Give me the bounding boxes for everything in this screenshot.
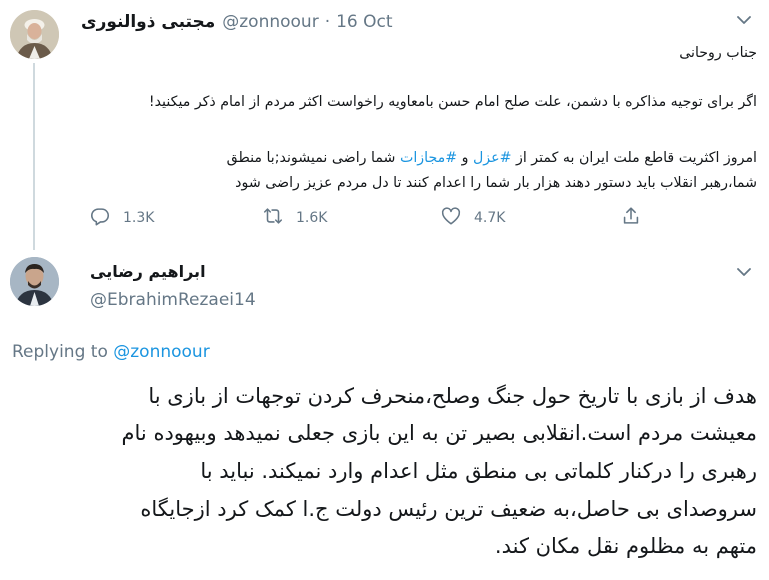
reply-text-line: معیشت مردم است.انقلابی بصیر تن به این با… [121, 421, 757, 445]
reply-text-line: سروصدای بی حاصل،به ضعیف ترین رئیس دولت ج… [140, 497, 757, 521]
author-handle[interactable]: @zonnoour [222, 12, 318, 32]
avatar-image [10, 257, 59, 306]
like-button[interactable]: 4.7K [440, 205, 505, 231]
avatar[interactable] [10, 257, 59, 306]
tweet-header: مجتبی ذوالنوری @zonnoour · 16 Oct [81, 10, 393, 34]
chevron-down-icon[interactable] [733, 261, 755, 283]
reply-button[interactable]: 1.3K [89, 205, 154, 231]
heart-icon [440, 205, 462, 231]
replying-to: Replying to @zonnoour [12, 342, 210, 362]
tweet-text-line: شما،رهبر انقلاب باید دستور دهند هزار بار… [235, 175, 757, 191]
share-icon [620, 205, 642, 231]
retweet-icon [262, 205, 284, 231]
separator: · [324, 12, 331, 32]
text-segment: و [461, 150, 469, 166]
like-count: 4.7K [474, 210, 506, 226]
tweet-original[interactable]: مجتبی ذوالنوری @zonnoour · 16 Oct جناب ر… [0, 0, 769, 250]
hashtag-link[interactable]: #عزل [473, 150, 512, 166]
text-segment: امروز اکثریت قاطع ملت ایران به کمتر از [516, 150, 757, 166]
author-name[interactable]: مجتبی ذوالنوری [81, 12, 215, 32]
replying-label: Replying to [12, 342, 108, 362]
tweet-text-line: امروز اکثریت قاطع ملت ایران به کمتر از #… [227, 146, 757, 171]
share-button[interactable] [620, 205, 642, 231]
reply-count: 1.3K [123, 210, 155, 226]
author-name[interactable]: ابراهیم رضایی [90, 262, 206, 281]
reply-icon [89, 205, 111, 231]
reply-text-line: متهم به مظلوم نقل مکان کند. [494, 534, 757, 558]
retweet-count: 1.6K [296, 210, 328, 226]
chevron-down-icon[interactable] [733, 9, 755, 31]
reply-text-line: هدف از بازی با تاریخ حول جنگ وصلح،منحرف … [148, 384, 757, 408]
text-segment: شما راضی نمیشوند;با منطق [226, 150, 396, 166]
avatar[interactable] [10, 10, 59, 59]
mention-link[interactable]: @zonnoour [113, 342, 209, 362]
avatar-image [10, 10, 59, 59]
tweet-actions: 1.3K 1.6K 4.7K [0, 205, 769, 231]
hashtag-link[interactable]: #مجازات [400, 150, 457, 166]
reply-text-line: رهبری را درکنار کلماتی بی منطق مثل اعدام… [200, 459, 757, 483]
author-handle[interactable]: @EbrahimRezaei14 [90, 290, 256, 310]
tweet-date[interactable]: 16 Oct [336, 12, 392, 32]
retweet-button[interactable]: 1.6K [262, 205, 327, 231]
tweet-text-line: اگر برای توجیه مذاکره با دشمن، علت صلح ا… [148, 94, 757, 110]
tweet-text-line: جناب روحانی [679, 45, 757, 61]
